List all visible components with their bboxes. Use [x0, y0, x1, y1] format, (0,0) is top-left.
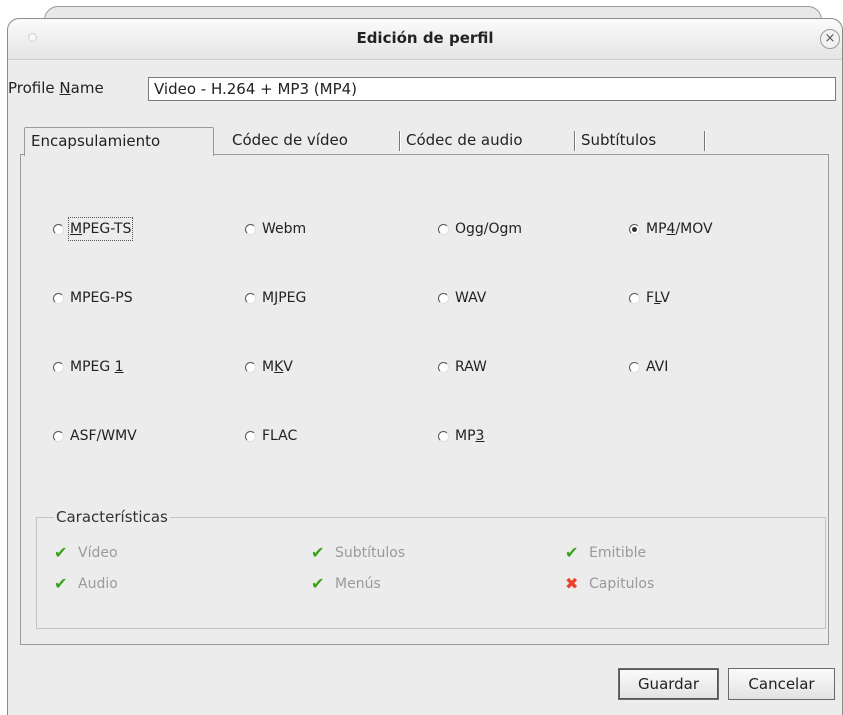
cross-icon: ✖: [565, 574, 579, 593]
tab-encapsulamiento[interactable]: Encapsulamiento: [24, 127, 214, 156]
feature-label: Vídeo: [78, 545, 118, 561]
tab-separator: [704, 131, 705, 151]
profile-name-input[interactable]: [148, 77, 836, 101]
radio-indicator: [53, 293, 64, 304]
radio-label: AVI: [646, 359, 669, 375]
radio-label: MP3: [455, 428, 485, 444]
feature-label: Subtítulos: [335, 545, 406, 561]
close-icon[interactable]: ×: [820, 29, 840, 49]
radio-indicator: [629, 362, 640, 373]
tab-label: Códec de vídeo: [232, 131, 348, 149]
tab-label: Encapsulamiento: [31, 132, 161, 150]
radio-indicator: [53, 431, 64, 442]
window-title: Edición de perfil: [356, 29, 494, 47]
radio-label: MPEG-PS: [70, 290, 133, 306]
feature-label: Emitible: [589, 545, 647, 561]
radio-indicator: [438, 293, 449, 304]
radio-label: ASF/WMV: [70, 428, 137, 444]
radio-label: MPEG-TS: [67, 217, 134, 241]
radio-indicator: [438, 431, 449, 442]
features-title: Características: [54, 508, 170, 526]
radio-label: MJPEG: [262, 290, 307, 306]
radio-label: WAV: [455, 290, 487, 306]
tab-subtitles[interactable]: Subtítulos: [575, 127, 705, 154]
tab-label: Subtítulos: [581, 131, 657, 149]
feature-label: Audio: [78, 576, 118, 592]
radio-label: FLAC: [262, 428, 298, 444]
radio-label: Webm: [262, 221, 307, 237]
radio-label: Ogg/Ogm: [455, 221, 523, 237]
radio-indicator: [53, 224, 64, 235]
tab-label: Códec de audio: [406, 131, 523, 149]
radio-indicator: [629, 293, 640, 304]
tab-video-codec[interactable]: Códec de vídeo: [226, 127, 400, 154]
profile-name-row: Profile Name: [8, 77, 843, 101]
profile-edit-dialog: Edición de perfil × Profile Name Encapsu…: [7, 18, 843, 715]
save-button[interactable]: Guardar: [618, 668, 719, 700]
radio-indicator: [245, 293, 256, 304]
checkmark-icon: ✔: [565, 543, 579, 562]
radio-label: MPEG 1: [70, 359, 124, 375]
tab-audio-codec[interactable]: Códec de audio: [400, 127, 575, 154]
radio-label: FLV: [646, 290, 670, 306]
checkmark-icon: ✔: [54, 574, 68, 593]
radio-indicator: [245, 362, 256, 373]
checkmark-icon: ✔: [311, 543, 325, 562]
radio-label: RAW: [455, 359, 487, 375]
features-groupbox: [36, 517, 826, 629]
title-bar[interactable]: Edición de perfil ×: [8, 19, 842, 60]
checkmark-icon: ✔: [311, 574, 325, 593]
profile-name-label: Profile Name: [8, 79, 104, 97]
radio-indicator: [245, 431, 256, 442]
cancel-button[interactable]: Cancelar: [728, 668, 835, 700]
radio-indicator-checked: [629, 224, 640, 235]
feature-label: Menús: [335, 576, 381, 592]
radio-indicator: [245, 224, 256, 235]
radio-indicator: [438, 362, 449, 373]
radio-indicator: [53, 362, 64, 373]
checkmark-icon: ✔: [54, 543, 68, 562]
radio-label: MP4/MOV: [646, 221, 713, 237]
radio-label: MKV: [262, 359, 293, 375]
feature-label: Capitulos: [589, 576, 655, 592]
radio-indicator: [438, 224, 449, 235]
